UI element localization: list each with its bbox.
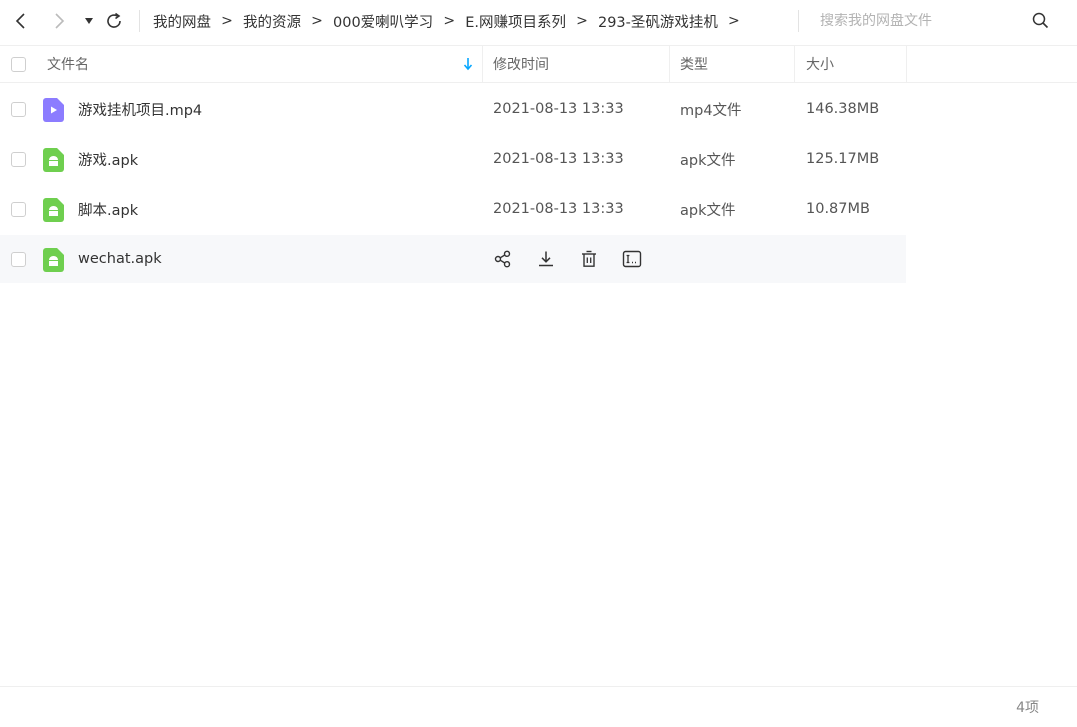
row-checkbox[interactable] <box>11 252 26 267</box>
back-button[interactable] <box>9 9 33 33</box>
column-divider[interactable] <box>906 46 907 82</box>
search-divider <box>798 10 799 32</box>
apk-file-icon <box>43 198 64 222</box>
caret-down-icon <box>85 18 93 24</box>
sort-desc-icon[interactable] <box>462 57 474 71</box>
apk-file-icon <box>43 148 64 172</box>
toolbar: 我的网盘 > 我的资源 > 000爱喇叭学习 > E.网赚项目系列 > 293-… <box>0 0 1077 42</box>
file-type: apk文件 <box>680 202 736 219</box>
file-size: 146.38MB <box>806 101 880 117</box>
delete-button[interactable] <box>579 249 599 269</box>
row-checkbox[interactable] <box>11 102 26 117</box>
back-icon <box>15 13 25 29</box>
column-header-type[interactable]: 类型 <box>680 46 708 82</box>
apk-file-icon <box>43 248 64 272</box>
rename-icon <box>622 250 642 268</box>
column-header-modified[interactable]: 修改时间 <box>493 46 549 82</box>
file-type: mp4文件 <box>680 102 742 119</box>
rename-button[interactable] <box>622 249 642 269</box>
history-dropdown-button[interactable] <box>77 9 101 33</box>
search-icon[interactable] <box>1032 12 1049 29</box>
breadcrumb: 我的网盘 > 我的资源 > 000爱喇叭学习 > E.网赚项目系列 > 293-… <box>153 0 750 42</box>
select-all-checkbox[interactable] <box>11 57 26 72</box>
table-row[interactable]: 游戏挂机项目.mp4 2021-08-13 13:33 mp4文件 146.38… <box>0 85 906 133</box>
file-modified: 2021-08-13 13:33 <box>493 101 624 117</box>
file-size: 10.87MB <box>806 201 870 217</box>
column-header-name[interactable]: 文件名 <box>47 46 89 82</box>
row-checkbox[interactable] <box>11 202 26 217</box>
search-input[interactable] <box>820 13 1020 29</box>
row-actions <box>493 249 665 269</box>
file-modified: 2021-08-13 13:33 <box>493 201 624 217</box>
download-button[interactable] <box>536 249 556 269</box>
refresh-button[interactable] <box>102 9 126 33</box>
search-box <box>820 0 1060 42</box>
column-header-size[interactable]: 大小 <box>806 46 834 82</box>
status-bar: 4项 <box>0 686 1077 727</box>
breadcrumb-separator: > <box>443 13 456 29</box>
item-count: 4项 <box>1016 700 1039 716</box>
file-name[interactable]: wechat.apk <box>78 235 162 283</box>
row-checkbox[interactable] <box>11 152 26 167</box>
breadcrumb-item[interactable]: 000爱喇叭学习 <box>333 11 433 32</box>
breadcrumb-item[interactable]: 我的网盘 <box>153 11 211 32</box>
refresh-icon <box>107 12 121 28</box>
share-icon <box>494 250 511 268</box>
table-row[interactable]: 脚本.apk 2021-08-13 13:33 apk文件 10.87MB <box>0 185 906 233</box>
file-name[interactable]: 脚本.apk <box>78 185 138 233</box>
breadcrumb-separator: > <box>311 13 323 29</box>
video-file-icon <box>43 98 64 122</box>
delete-icon <box>582 250 596 267</box>
table-row-hovered[interactable]: wechat.apk <box>0 235 906 283</box>
column-divider[interactable] <box>482 46 483 82</box>
file-name[interactable]: 游戏.apk <box>78 135 138 183</box>
breadcrumb-item-current[interactable]: 293-圣矾游戏挂机 <box>598 11 718 32</box>
breadcrumb-separator: > <box>576 13 588 29</box>
share-button[interactable] <box>493 249 513 269</box>
forward-button[interactable] <box>47 9 71 33</box>
column-divider[interactable] <box>794 46 795 82</box>
table-row[interactable]: 游戏.apk 2021-08-13 13:33 apk文件 125.17MB <box>0 135 906 183</box>
breadcrumb-item[interactable]: E.网赚项目系列 <box>465 11 566 32</box>
breadcrumb-separator: > <box>221 13 233 29</box>
file-size: 125.17MB <box>806 151 880 167</box>
breadcrumb-separator[interactable]: > <box>718 13 750 29</box>
breadcrumb-item[interactable]: 我的资源 <box>243 11 301 32</box>
column-divider[interactable] <box>669 46 670 82</box>
file-modified: 2021-08-13 13:33 <box>493 151 624 167</box>
file-list-header: 文件名 修改时间 类型 大小 <box>0 45 1077 83</box>
file-type: apk文件 <box>680 152 736 169</box>
file-name[interactable]: 游戏挂机项目.mp4 <box>78 85 202 133</box>
download-icon <box>539 251 553 267</box>
forward-icon <box>55 13 65 29</box>
toolbar-divider <box>139 10 140 32</box>
